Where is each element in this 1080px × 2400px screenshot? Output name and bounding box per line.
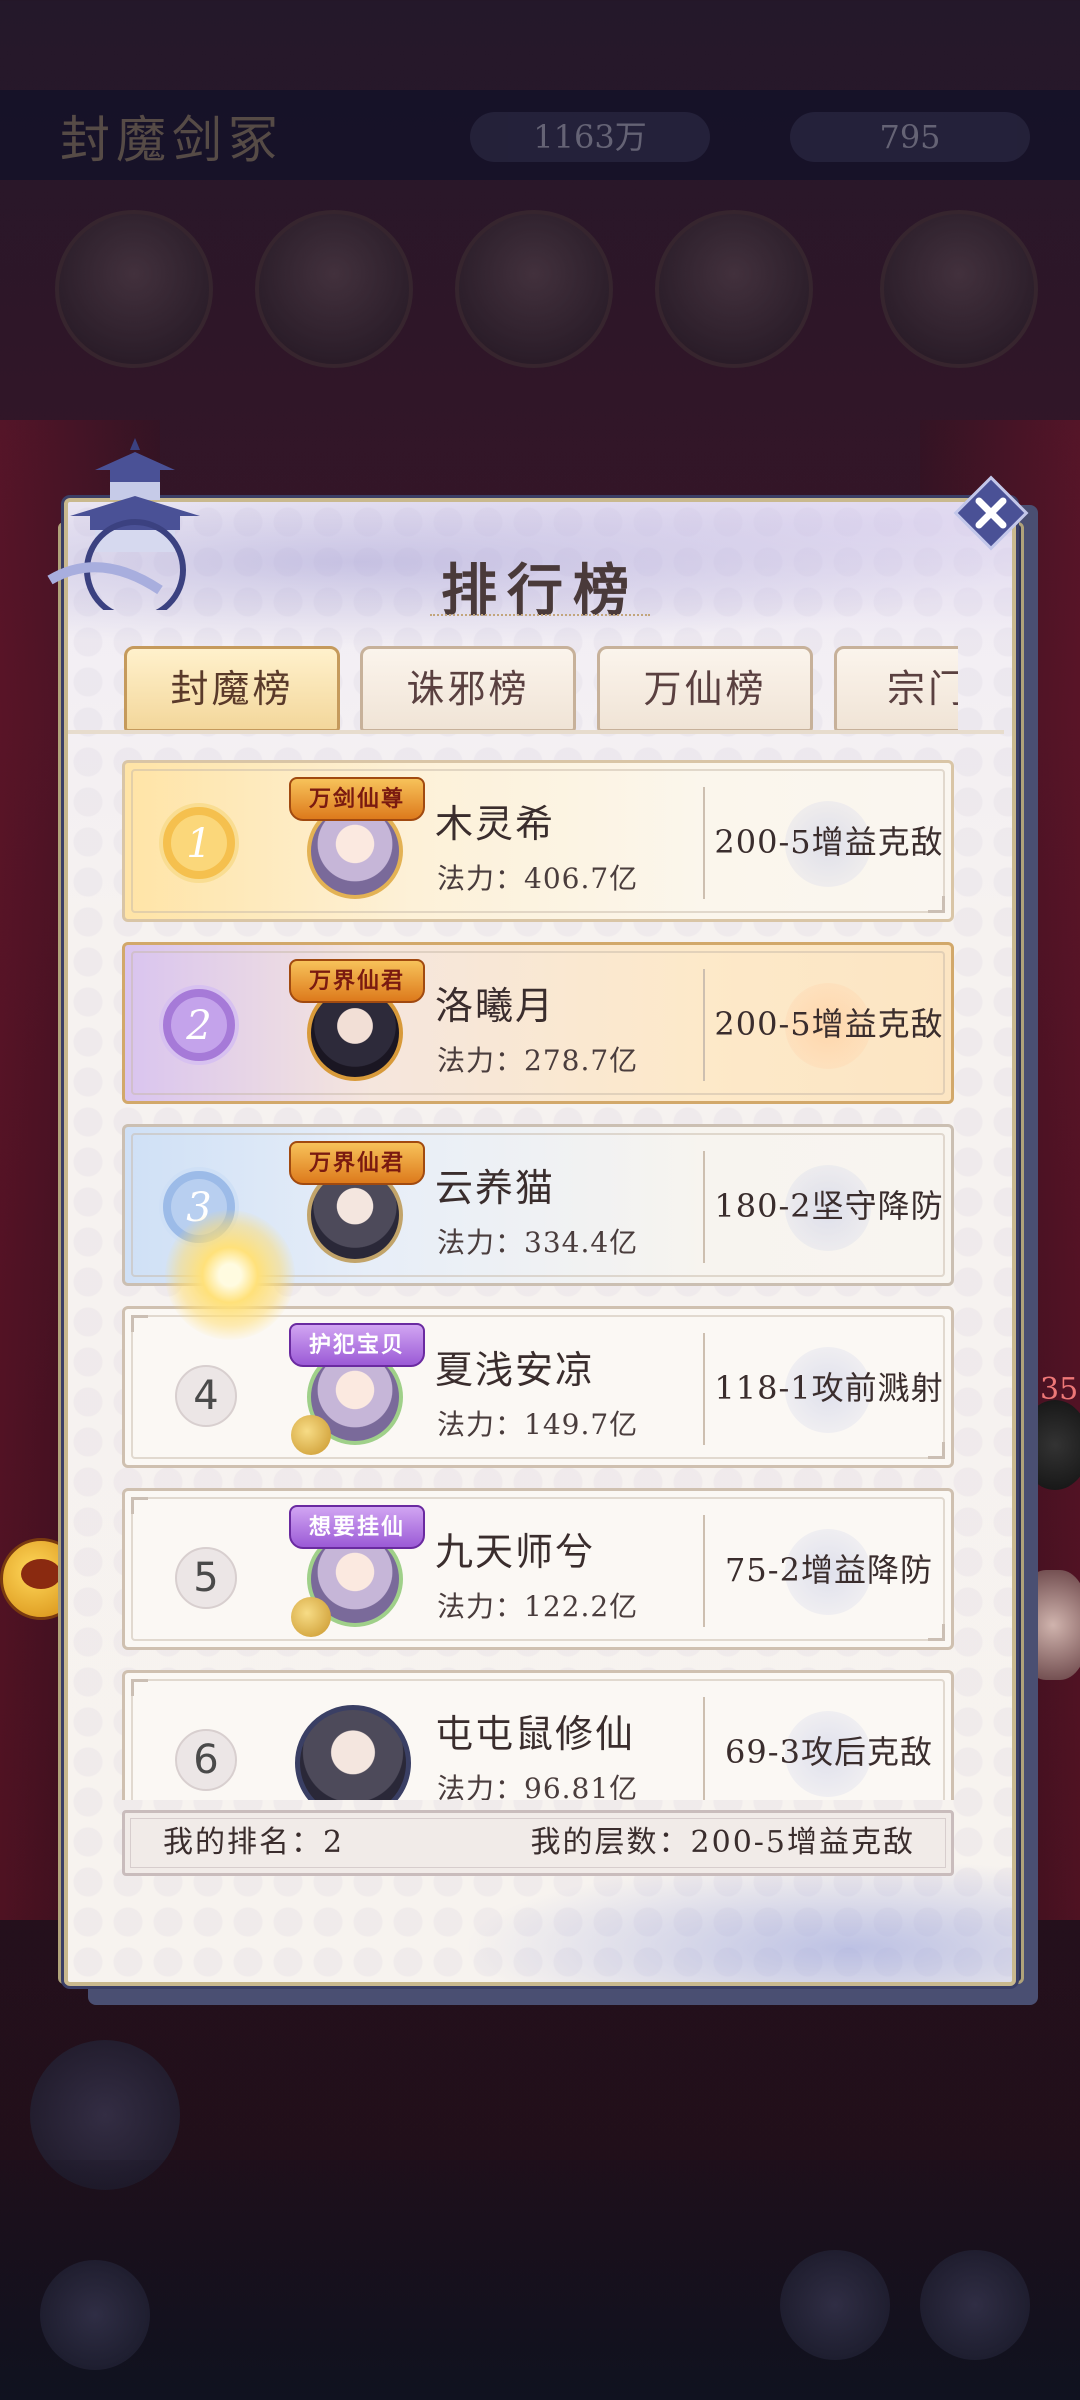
ranking-row[interactable]: 2 万界仙君 洛曦月 法力：278.7亿 200-5增益克敌 <box>122 942 954 1104</box>
background-avatar <box>455 210 613 368</box>
rank-number: 4 <box>175 1365 237 1427</box>
player-floor: 69-3攻后克敌 <box>725 1733 933 1771</box>
sparkle-effect <box>165 1210 295 1340</box>
player-power: 法力：334.4亿 <box>437 1226 639 1259</box>
background-back-button <box>40 2260 150 2370</box>
player-avatar[interactable]: 万界仙君 <box>285 955 425 1095</box>
tab-fengmo[interactable]: 封魔榜 <box>124 646 340 732</box>
player-floor: 200-5增益克敌 <box>714 1005 944 1043</box>
title-badge: 想要挂仙 <box>289 1505 425 1549</box>
my-ranking-bar: 我的排名：2 我的层数：200-5增益克敌 <box>122 1810 954 1876</box>
player-name: 屯屯鼠修仙 <box>435 1712 636 1756</box>
my-floor: 我的层数：200-5增益克敌 <box>530 1825 915 1860</box>
player-avatar[interactable]: 万剑仙尊 <box>285 773 425 913</box>
player-avatar[interactable] <box>285 1683 425 1800</box>
background-avatar <box>880 210 1038 368</box>
tab-wanxian[interactable]: 万仙榜 <box>597 646 813 732</box>
player-floor: 75-2增益降防 <box>725 1551 933 1589</box>
background-avatar <box>255 210 413 368</box>
ranking-row[interactable]: 5 想要挂仙 九天师兮 法力：122.2亿 75-2增益降防 <box>122 1488 954 1650</box>
player-name: 洛曦月 <box>435 984 556 1028</box>
background-resource-1: 1163万 <box>470 112 710 162</box>
background-title: 封魔剑冢 <box>60 111 284 169</box>
background-bottom-bar <box>0 2160 1080 2400</box>
player-name: 九天师兮 <box>435 1530 596 1574</box>
gold-medal-icon: 1 <box>159 803 239 883</box>
background-button <box>920 2250 1030 2360</box>
tab-sect[interactable]: 宗门 <box>834 646 958 732</box>
background-avatar <box>655 210 813 368</box>
player-name: 木灵希 <box>435 802 556 846</box>
tab-zhuxie[interactable]: 诛邪榜 <box>360 646 576 732</box>
title-badge: 万界仙君 <box>289 1141 425 1185</box>
player-name: 夏浅安凉 <box>435 1348 596 1392</box>
player-power: 法力：149.7亿 <box>437 1408 639 1441</box>
title-badge: 万界仙君 <box>289 959 425 1003</box>
player-avatar[interactable]: 想要挂仙 <box>285 1501 425 1641</box>
rank-number: 2 <box>185 1003 211 1049</box>
tab-divider <box>68 730 1004 734</box>
background-button <box>780 2250 890 2360</box>
background-avatar <box>55 210 213 368</box>
player-avatar[interactable]: 护犯宝贝 <box>285 1319 425 1459</box>
my-rank: 我的排名：2 <box>163 1825 345 1860</box>
ranking-row[interactable]: 1 万剑仙尊 木灵希 法力：406.7亿 200-5增益克敌 <box>122 760 954 922</box>
player-power: 法力：96.81亿 <box>437 1772 639 1800</box>
close-icon[interactable] <box>952 474 1030 552</box>
background-resource-2: 795 <box>790 112 1030 162</box>
player-floor: 200-5增益克敌 <box>714 823 944 861</box>
player-power: 法力：122.2亿 <box>437 1590 639 1623</box>
player-avatar[interactable]: 万界仙君 <box>285 1137 425 1277</box>
player-name: 云养猫 <box>435 1166 556 1210</box>
title-badge: 护犯宝贝 <box>289 1323 425 1367</box>
rank-number: 6 <box>175 1729 237 1791</box>
player-floor: 180-2坚守降防 <box>714 1187 944 1225</box>
silver-medal-icon: 2 <box>159 985 239 1065</box>
player-power: 法力：278.7亿 <box>437 1044 639 1077</box>
title-badge: 万剑仙尊 <box>289 777 425 821</box>
rank-number: 1 <box>186 821 211 867</box>
rank-number: 5 <box>175 1547 237 1609</box>
player-floor: 118-1攻前溅射 <box>714 1369 944 1407</box>
tab-sect-clip: 宗门 <box>834 646 958 732</box>
title-ornament <box>430 614 650 624</box>
player-power: 法力：406.7亿 <box>437 862 639 895</box>
ranking-row[interactable]: 6 屯屯鼠修仙 法力：96.81亿 69-3攻后克敌 <box>122 1670 954 1800</box>
